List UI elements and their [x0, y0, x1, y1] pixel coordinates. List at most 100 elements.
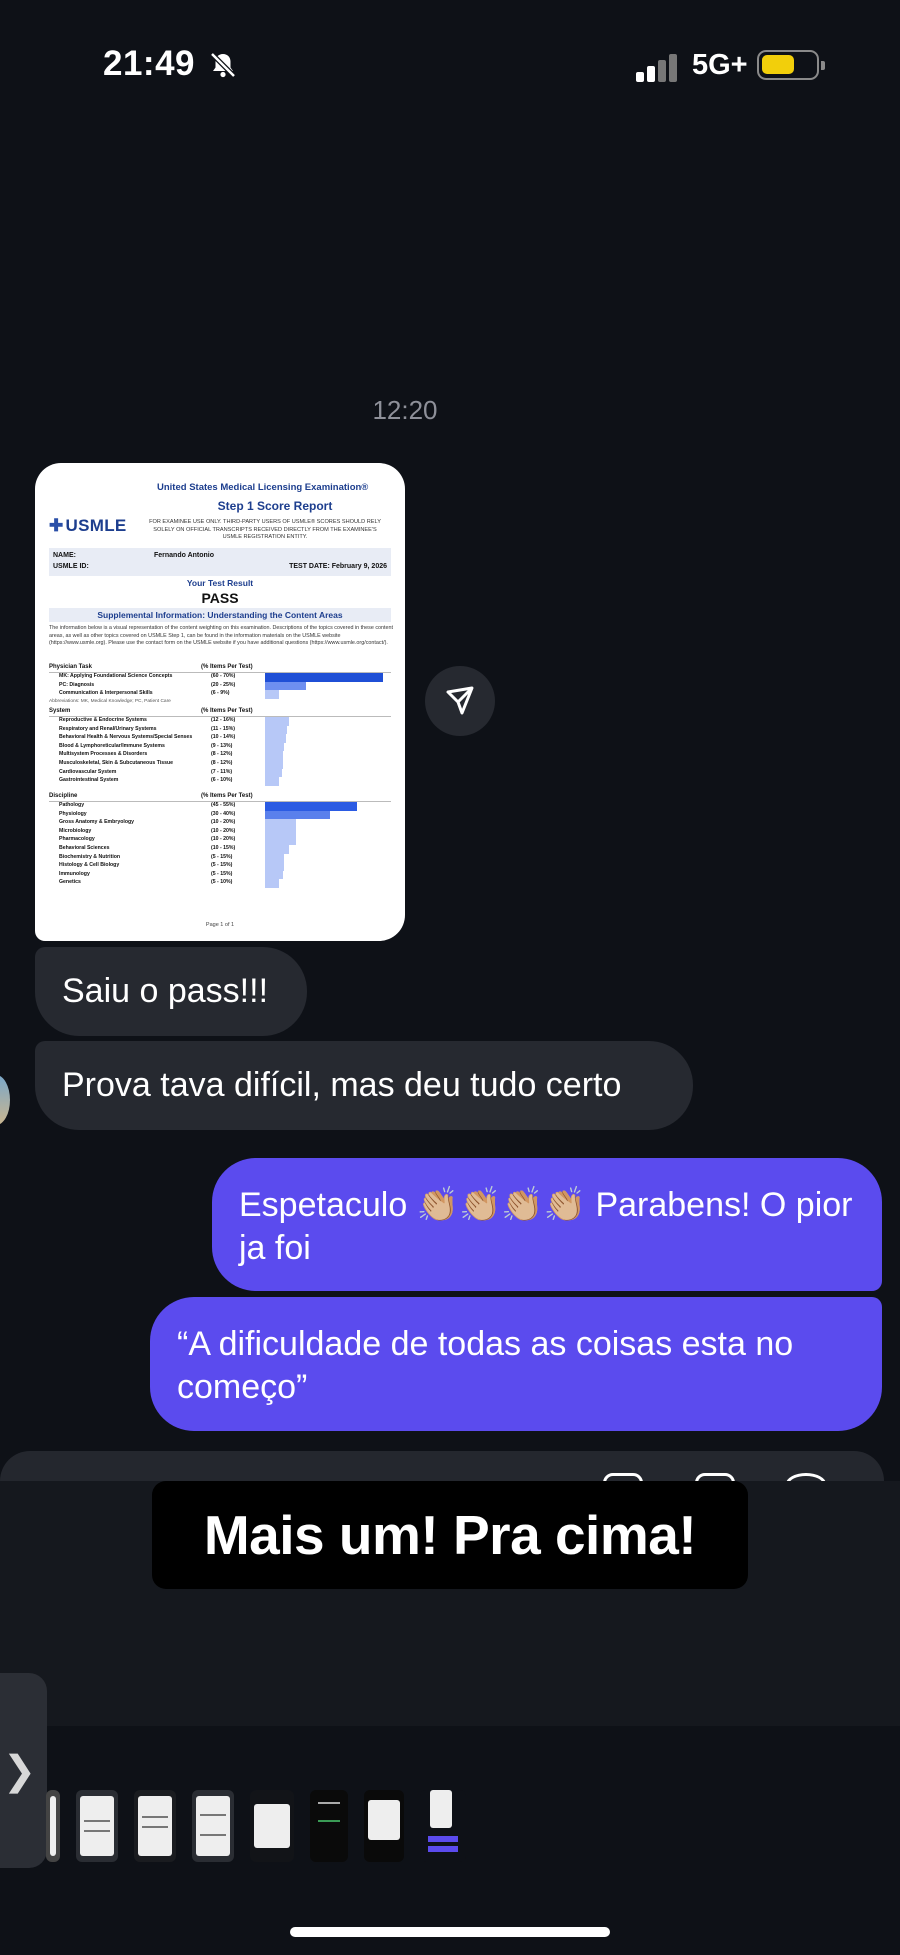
doc-disclaimer: FOR EXAMINEE USE ONLY. THIRD-PARTY USERS… [149, 519, 381, 540]
content-label: Microbiology [59, 827, 92, 834]
thumbnail[interactable] [310, 1790, 348, 1862]
expand-handle[interactable]: ❯ [0, 1673, 47, 1868]
content-range: (6 - 10%) [211, 777, 233, 784]
content-bar [265, 844, 289, 854]
add-icon [786, 1473, 826, 1481]
content-range: (12 - 16%) [211, 717, 236, 723]
content-bar [265, 862, 284, 871]
content-bar [265, 853, 284, 863]
home-indicator[interactable] [290, 1927, 610, 1937]
thumbnail[interactable] [420, 1790, 466, 1862]
content-row: Musculoskeletal, Skin & Subcutaneous Tis… [49, 759, 391, 769]
content-label: Musculoskeletal, Skin & Subcutaneous Tis… [59, 759, 174, 766]
thumbnail[interactable] [192, 1790, 234, 1862]
doc-header-subtitle: Step 1 Score Report [217, 499, 333, 513]
gallery-icon [603, 1473, 643, 1481]
content-label: Biochemistry & Nutrition [59, 853, 121, 860]
content-row: Pathology (45 - 55%) [49, 802, 391, 811]
send-icon [446, 686, 474, 715]
avatar[interactable] [0, 1075, 10, 1125]
content-range: (10 - 20%) [211, 836, 236, 843]
sticker-icon [695, 1473, 735, 1481]
abbreviations-note: Abbreviations: MK, Medical Knowledge; PC… [49, 698, 171, 704]
content-label: Behavioral Health & Nervous Systems/Spec… [59, 734, 193, 741]
content-bar [265, 768, 282, 778]
content-range: (45 - 55%) [211, 802, 236, 808]
content-bar [265, 777, 279, 786]
content-bar [265, 810, 330, 820]
network-type: 5G+ [692, 49, 748, 81]
content-row: MK: Applying Foundational Science Concep… [49, 673, 391, 682]
content-range: (10 - 15%) [211, 844, 236, 851]
content-row: Reproductive & Endocrine Systems (12 - 16… [49, 717, 391, 726]
content-bar [265, 802, 357, 811]
content-label: PC: Diagnosis [59, 681, 95, 688]
content-label: Pathology [59, 802, 85, 808]
usmle-logo: ✚ USMLE [49, 516, 127, 535]
result-pass: PASS [201, 590, 239, 606]
content-label: Behavioral Sciences [59, 844, 110, 851]
status-bar: 21:49 5G+ [0, 0, 900, 130]
id-label: USMLE ID: [53, 563, 89, 570]
caption-box[interactable]: Mais um! Pra cima! [152, 1481, 748, 1589]
chat-timestamp: 12:20 [372, 395, 438, 425]
content-row: Gross Anatomy & Embryology (10 - 20%) [49, 819, 391, 828]
content-label: Communication & Interpersonal Skills [59, 690, 153, 697]
content-row: Blood & Lymphoreticular/Immune Systems (9… [49, 742, 391, 752]
content-row: Microbiology (10 - 20%) [49, 827, 391, 837]
content-bar [265, 742, 284, 752]
content-row: Immunology (5 - 15%) [49, 870, 391, 880]
test-date: TEST DATE: February 9, 2026 [289, 563, 387, 570]
content-range: (20 - 25%) [211, 681, 236, 688]
content-label: Pharmacology [59, 836, 95, 843]
message-composer[interactable] [0, 1451, 884, 1481]
content-label: Gross Anatomy & Embryology [59, 819, 135, 826]
message-outgoing[interactable]: “A dificuldade de todas as coisas esta n… [150, 1297, 882, 1431]
doc-intro: The information below is a visual repres… [49, 625, 393, 647]
content-range: (5 - 15%) [211, 870, 233, 877]
content-label: Cardiovascular System [59, 768, 117, 775]
message-incoming[interactable]: Saiu o pass!!! [35, 947, 307, 1036]
content-bar [265, 759, 283, 769]
content-row: Behavioral Sciences (10 - 15%) [49, 844, 391, 854]
section-title: Physician Task (% Items Per Test) [49, 664, 391, 673]
content-section: Physician Task (% Items Per Test) MK: Appl… [49, 664, 391, 708]
thumbnail[interactable] [134, 1790, 176, 1862]
content-bar [265, 717, 289, 726]
content-row: Behavioral Health & Nervous Systems/Spec… [49, 734, 391, 743]
content-range: (5 - 10%) [211, 879, 233, 886]
content-bar [265, 827, 296, 837]
content-bar [265, 870, 283, 880]
result-title: Your Test Result [186, 578, 254, 588]
status-time: 21:49 [103, 44, 196, 83]
battery-fill [762, 55, 794, 74]
content-bar [265, 879, 279, 888]
content-range: (5 - 15%) [211, 862, 233, 869]
content-range: (10 - 20%) [211, 819, 236, 826]
thumbnail[interactable] [364, 1790, 404, 1862]
battery-icon [757, 50, 825, 80]
content-label: Respiratory and Renal/Urinary Systems [59, 725, 157, 732]
content-label: Gastrointestinal System [59, 777, 119, 784]
content-label: Multisystem Processes & Disorders [59, 751, 148, 758]
bell-slash-icon [210, 52, 236, 78]
thumbnail[interactable] [46, 1790, 60, 1862]
content-row: Communication & Interpersonal Skills (6 -… [49, 690, 391, 699]
content-bar [265, 836, 296, 845]
doc-id-block: NAME: Fernando Antonio USMLE ID: TEST DA… [49, 548, 391, 576]
caption-text: Mais um! Pra cima! [203, 1504, 697, 1566]
message-outgoing[interactable]: Espetaculo 👏🏼👏🏼👏🏼👏🏼 Parabens! O pior ja … [212, 1158, 882, 1291]
content-range: (10 - 20%) [211, 827, 236, 834]
content-section: System (% Items Per Test) Reproductive & E… [49, 708, 391, 786]
thumbnail[interactable] [76, 1790, 118, 1862]
message-incoming[interactable]: Prova tava difícil, mas deu tudo certo [35, 1041, 693, 1130]
content-range: (30 - 40%) [211, 810, 236, 817]
name-value: Fernando Antonio [154, 552, 215, 559]
share-button[interactable] [425, 666, 495, 736]
supplemental-title: Supplemental Information: Understanding … [49, 608, 391, 622]
thumbnail[interactable] [250, 1790, 294, 1862]
chevron-right-icon: ❯ [2, 1748, 37, 1793]
content-bar [265, 751, 283, 760]
content-row: Histology & Cell Biology (5 - 15%) [49, 862, 391, 871]
score-report-image[interactable]: United States Medical Licensing Examinat… [35, 463, 405, 941]
